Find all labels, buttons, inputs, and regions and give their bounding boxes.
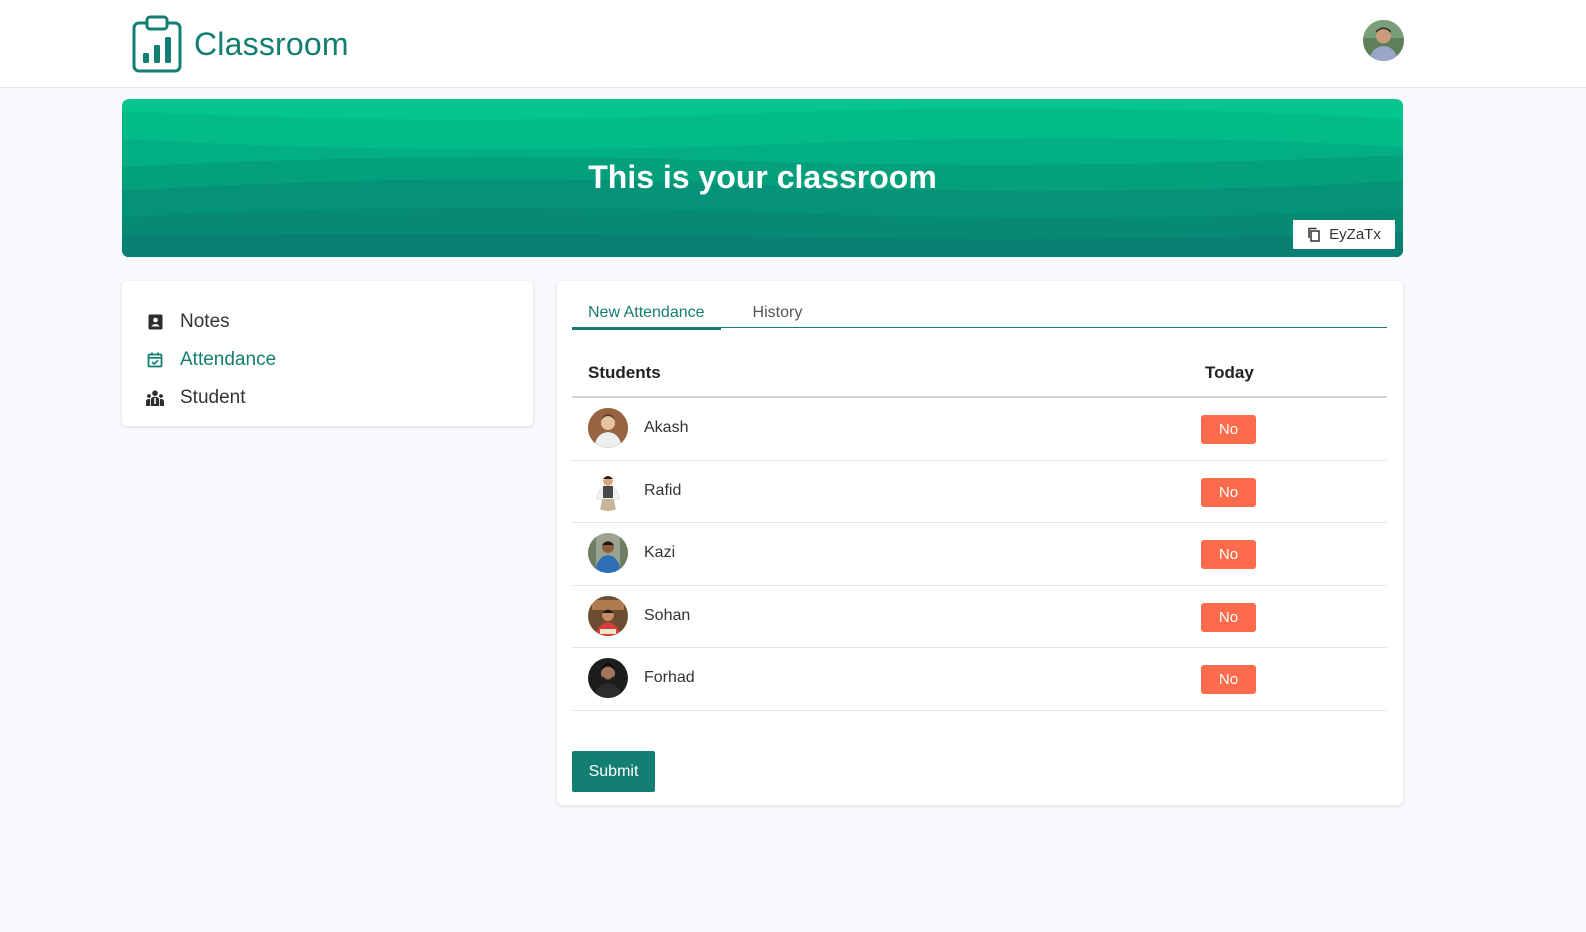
sidebar-item-notes[interactable]: Notes	[122, 303, 533, 341]
tab-history[interactable]: History	[737, 297, 819, 328]
student-avatar	[588, 595, 628, 636]
student-avatar	[588, 470, 628, 511]
people-icon	[146, 389, 164, 407]
student-avatar	[588, 408, 628, 448]
table-row: Sohan No	[572, 586, 1387, 649]
attendance-tabs: New Attendance History	[572, 297, 1387, 330]
sidebar-item-attendance[interactable]: Attendance	[122, 341, 533, 379]
column-header-students: Students	[588, 363, 661, 382]
attendance-table-header: Students Today	[572, 351, 1387, 398]
sidebar-item-label: Student	[180, 387, 246, 408]
student-name: Rafid	[644, 481, 682, 499]
class-banner: This is your classroom EyZaTx	[122, 99, 1403, 257]
attendance-card: New Attendance History Students Today Ak…	[557, 281, 1403, 805]
attendance-table-body: Akash No Rafid No Kazi No Sohan No Forha…	[572, 398, 1387, 711]
table-row: Rafid No	[572, 461, 1387, 524]
table-row: Forhad No	[572, 648, 1387, 711]
class-code-copy-button[interactable]: EyZaTx	[1293, 220, 1395, 249]
brand-logo-link[interactable]: Classroom	[132, 15, 349, 73]
user-avatar[interactable]	[1363, 20, 1404, 61]
tab-new-attendance[interactable]: New Attendance	[572, 297, 721, 330]
copy-icon	[1308, 227, 1320, 242]
student-avatar	[588, 658, 628, 699]
banner-title: This is your classroom	[588, 159, 937, 195]
sidebar-item-label: Attendance	[180, 349, 277, 370]
clipboard-chart-icon	[132, 15, 182, 73]
attendance-toggle-button[interactable]: No	[1201, 540, 1256, 570]
student-name: Forhad	[644, 669, 695, 687]
contact-book-icon	[146, 313, 164, 331]
student-name: Sohan	[644, 606, 691, 624]
column-header-today: Today	[1205, 363, 1254, 382]
table-row: Kazi No	[572, 523, 1387, 586]
table-row: Akash No	[572, 398, 1387, 461]
top-navbar: Classroom	[0, 0, 1586, 88]
student-avatar	[588, 533, 628, 574]
attendance-toggle-button[interactable]: No	[1201, 602, 1256, 632]
sidebar-item-label: Notes	[180, 311, 230, 332]
submit-button[interactable]: Submit	[572, 751, 655, 792]
student-name: Kazi	[644, 544, 676, 562]
sidebar-menu: Notes Attendance Student	[122, 281, 533, 426]
attendance-toggle-button[interactable]: No	[1201, 415, 1256, 444]
attendance-toggle-button[interactable]: No	[1201, 477, 1256, 507]
class-code: EyZaTx	[1329, 226, 1381, 243]
calendar-check-icon	[146, 351, 164, 369]
attendance-toggle-button[interactable]: No	[1201, 665, 1256, 695]
brand-name: Classroom	[194, 25, 349, 62]
student-name: Akash	[644, 419, 689, 436]
sidebar-item-student[interactable]: Student	[122, 379, 533, 417]
